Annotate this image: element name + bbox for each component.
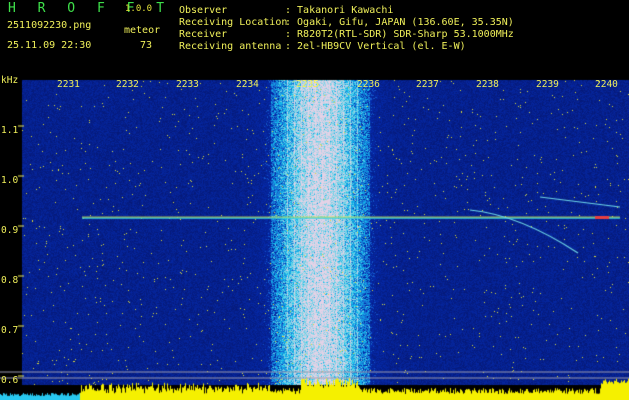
app-version: 1.0.0 [125, 4, 153, 14]
location-value: : Ogaki, Gifu, JAPAN (136.60E, 35.35N) [285, 17, 514, 28]
y-tick-label: 0.7 [1, 325, 19, 336]
capture-datetime: 25.11.09 22:30 [7, 40, 92, 51]
x-tick-label: 2238 [476, 79, 499, 90]
x-tick-label: 2232 [116, 79, 139, 90]
x-tick-label: 2237 [416, 79, 439, 90]
x-tick-label: 2239 [536, 79, 559, 90]
y-tick-label: 0.6 [1, 375, 19, 386]
header-panel: H R O F F T 1.0.0 2511092230.png 25.11.0… [0, 0, 629, 75]
spectrogram-canvas [0, 75, 629, 400]
x-tick-label: 2236 [357, 79, 380, 90]
y-tick-label: 1.0 [1, 175, 19, 186]
y-axis-unit-label: kHz [1, 75, 19, 86]
receiver-label: Receiver [179, 29, 228, 40]
y-tick-label: 1.1 [1, 125, 19, 136]
image-filename: 2511092230.png [7, 20, 92, 31]
x-tick-label: 2233 [176, 79, 199, 90]
location-label: Receiving Location [179, 17, 288, 28]
meteor-count-label: meteor [124, 25, 161, 36]
x-tick-label: 2240 [595, 79, 618, 90]
meteor-count-value: 73 [140, 40, 153, 51]
x-tick-label: 2231 [57, 79, 80, 90]
antenna-value: : 2el-HB9CV Vertical (el. E-W) [285, 41, 466, 52]
observer-value: : Takanori Kawachi [285, 5, 394, 16]
receiver-value: : R820T2(RTL-SDR) SDR-Sharp 53.1000MHz [285, 29, 514, 40]
y-tick-label: 0.8 [1, 275, 19, 286]
observer-label: Observer [179, 5, 228, 16]
y-tick-label: 0.9 [1, 225, 19, 236]
antenna-label: Receiving antenna [179, 41, 282, 52]
x-tick-label: 2234 [236, 79, 259, 90]
x-tick-label: 2235 [296, 79, 319, 90]
